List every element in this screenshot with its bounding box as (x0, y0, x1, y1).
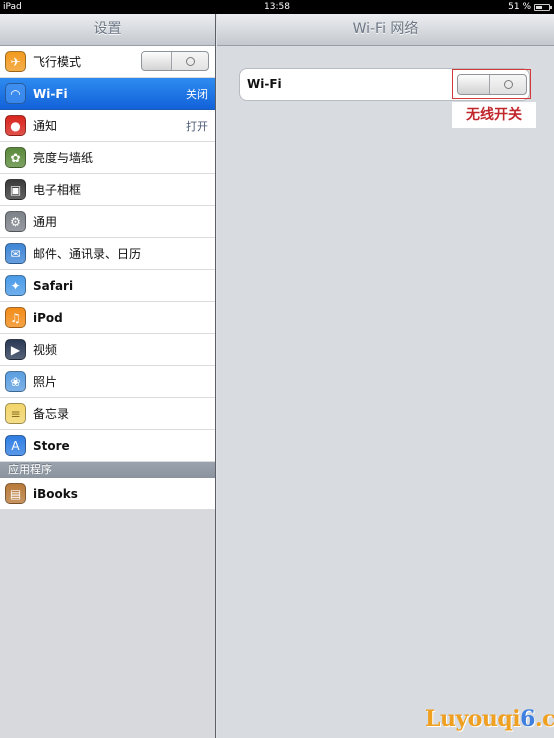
watermark-accent: 6 (520, 706, 535, 732)
sidebar-item-label: Safari (33, 278, 74, 293)
safari-compass-icon: ✦ (5, 275, 26, 296)
watermark-suffix: .cn (534, 706, 554, 732)
notes-icon: ≡ (5, 403, 26, 424)
brightness-icon: ✿ (5, 147, 26, 168)
status-bar: iPad 13:58 51 % (0, 0, 554, 14)
video-clapper-icon: ▶ (5, 339, 26, 360)
settings-sidebar: 设置 ✈ 飞行模式 ◠ Wi-Fi 关闭 ● 通知 打开 ✿ 亮度与墙纸 ▣ 电子相框 ⚙ 通用 ✉ 邮件、通… (0, 14, 216, 738)
sidebar-item-label: 通知 (33, 119, 58, 133)
sidebar-item-label: Wi-Fi (33, 86, 68, 101)
sidebar-item-value: 关闭 (186, 87, 208, 101)
wifi-label: Wi-Fi (247, 77, 282, 91)
apps-list: ▤ iBooks (0, 478, 215, 510)
sidebar-item-brightness[interactable]: ✿ 亮度与墙纸 (0, 142, 215, 174)
sidebar-item-wifi[interactable]: ◠ Wi-Fi 关闭 (0, 78, 215, 110)
ipod-icon: ♫ (5, 307, 26, 328)
toggle-off-indicator-icon (172, 52, 208, 70)
sidebar-item-label: 电子相框 (33, 183, 82, 197)
sidebar-item-ipod[interactable]: ♫ iPod (0, 302, 215, 334)
ibooks-icon: ▤ (5, 483, 26, 504)
gear-icon: ⚙ (5, 211, 26, 232)
sidebar-item-label: 备忘录 (33, 407, 70, 421)
toggle-knob (458, 75, 490, 94)
airplane-mode-toggle[interactable] (141, 51, 209, 71)
airplane-icon: ✈ (5, 51, 26, 72)
sidebar-item-label: 照片 (33, 375, 58, 389)
watermark-main: Luyouqi (425, 706, 521, 732)
sidebar-item-value: 打开 (186, 119, 208, 133)
sidebar-item-ibooks[interactable]: ▤ iBooks (0, 478, 215, 510)
sidebar-item-label: 邮件、通讯录、日历 (33, 247, 142, 261)
sidebar-item-label: iPod (33, 310, 63, 325)
toggle-knob (142, 52, 172, 70)
notifications-icon: ● (5, 115, 26, 136)
sidebar-item-label: 亮度与墙纸 (33, 151, 94, 165)
annotation-label: 无线开关 (452, 102, 536, 128)
wifi-toggle-switch[interactable] (457, 74, 527, 95)
settings-list: ✈ 飞行模式 ◠ Wi-Fi 关闭 ● 通知 打开 ✿ 亮度与墙纸 ▣ 电子相框 ⚙ 通用 ✉ 邮件、通讯录、… (0, 46, 215, 462)
detail-title: Wi-Fi 网络 (217, 14, 554, 46)
wifi-icon: ◠ (5, 83, 26, 104)
app-store-icon: A (5, 435, 26, 456)
battery-icon (534, 3, 552, 11)
sidebar-item-gear[interactable]: ⚙ 通用 (0, 206, 215, 238)
sidebar-item-notifications[interactable]: ● 通知 打开 (0, 110, 215, 142)
battery-percent: 51 % (508, 2, 531, 12)
picture-frame-icon: ▣ (5, 179, 26, 200)
sunflower-icon: ❀ (5, 371, 26, 392)
detail-pane: Wi-Fi 网络 Wi-Fi 无线开关 (217, 14, 554, 738)
sidebar-item-label: 视频 (33, 343, 58, 357)
clock: 13:58 (264, 2, 290, 12)
sidebar-title: 设置 (0, 14, 215, 46)
sidebar-item-mail[interactable]: ✉ 邮件、通讯录、日历 (0, 238, 215, 270)
sidebar-item-label: 通用 (33, 215, 58, 229)
watermark: Luyouqi6.cn (425, 706, 554, 732)
battery-status: 51 % (508, 0, 552, 14)
sidebar-item-notes[interactable]: ≡ 备忘录 (0, 398, 215, 430)
sidebar-item-label: Store (33, 438, 70, 453)
sidebar-item-app-store[interactable]: A Store (0, 430, 215, 462)
sidebar-item-airplane[interactable]: ✈ 飞行模式 (0, 46, 215, 78)
section-header-apps: 应用程序 (0, 462, 215, 478)
toggle-off-indicator-icon (490, 75, 526, 94)
sidebar-item-safari-compass[interactable]: ✦ Safari (0, 270, 215, 302)
sidebar-item-sunflower[interactable]: ❀ 照片 (0, 366, 215, 398)
sidebar-item-label: iBooks (33, 486, 78, 501)
sidebar-item-video-clapper[interactable]: ▶ 视频 (0, 334, 215, 366)
mail-icon: ✉ (5, 243, 26, 264)
sidebar-item-picture-frame[interactable]: ▣ 电子相框 (0, 174, 215, 206)
sidebar-item-label: 飞行模式 (33, 55, 82, 69)
